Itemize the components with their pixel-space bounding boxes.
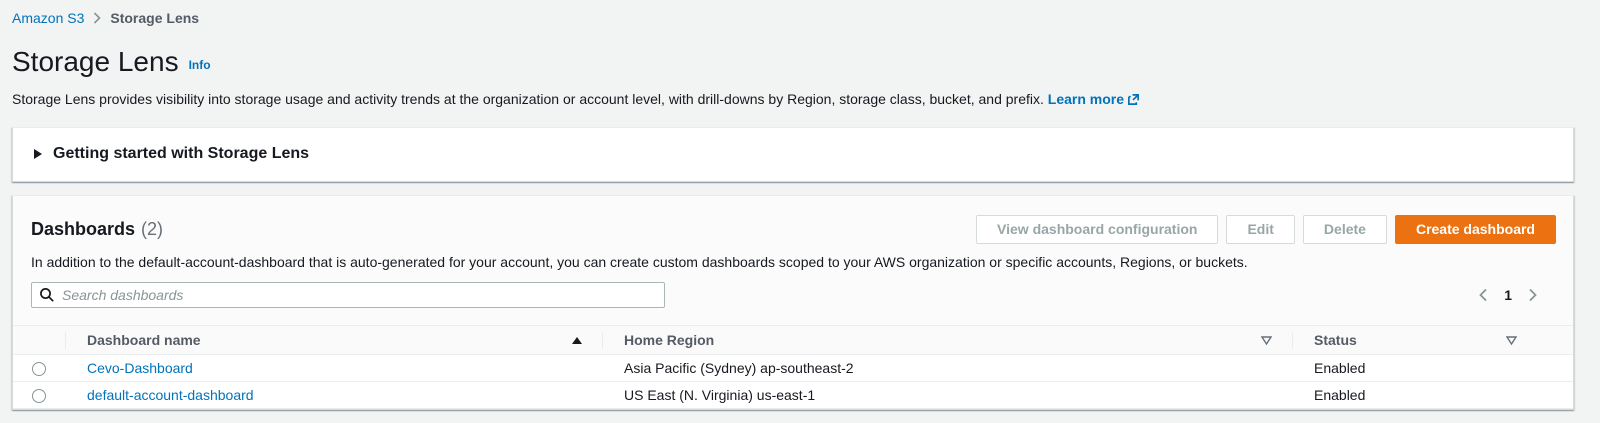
table-row: Cevo-Dashboard Asia Pacific (Sydney) ap-…	[13, 354, 1573, 383]
column-label-dashboard-name: Dashboard name	[87, 332, 201, 349]
search-icon	[39, 287, 55, 306]
breadcrumb-chevron-icon	[93, 12, 102, 24]
page-title: Storage Lens	[12, 46, 179, 77]
dashboards-table: Dashboard name Home Region Status Cevo-D…	[13, 325, 1573, 410]
learn-more-link[interactable]: Learn more	[1048, 91, 1124, 107]
edit-button[interactable]: Edit	[1226, 214, 1295, 244]
info-link[interactable]: Info	[189, 58, 211, 72]
row-radio-button[interactable]	[32, 362, 46, 377]
expand-caret-icon	[34, 149, 42, 160]
create-dashboard-button[interactable]: Create dashboard	[1394, 214, 1556, 244]
page-header: Storage Lens Info	[12, 46, 1574, 78]
getting-started-expander[interactable]: Getting started with Storage Lens	[12, 126, 1574, 182]
search-dashboards-input[interactable]	[31, 281, 665, 308]
breadcrumb-storage-lens: Storage Lens	[110, 10, 200, 26]
table-header-row: Dashboard name Home Region Status	[13, 325, 1573, 356]
external-link-icon	[1127, 93, 1140, 109]
sort-toggle-icon[interactable]	[1260, 335, 1273, 345]
page-description-text: Storage Lens provides visibility into st…	[12, 90, 1044, 107]
status-cell: Enabled	[1292, 354, 1573, 383]
table-row: default-account-dashboard US East (N. Vi…	[13, 381, 1573, 410]
dashboards-actions: View dashboard configuration Edit Delete…	[976, 214, 1556, 244]
dashboards-title: Dashboards	[31, 218, 136, 239]
row-radio-button[interactable]	[32, 389, 46, 404]
delete-button[interactable]: Delete	[1302, 214, 1387, 244]
column-header-home-region[interactable]: Home Region	[602, 325, 1292, 356]
page-description: Storage Lens provides visibility into st…	[12, 91, 1574, 109]
pagination: 1	[1476, 286, 1556, 304]
dashboard-link[interactable]: Cevo-Dashboard	[87, 360, 193, 376]
next-page-button[interactable]	[1526, 286, 1540, 304]
breadcrumb: Amazon S3 Storage Lens	[12, 0, 1574, 26]
storage-lens-page: Amazon S3 Storage Lens Storage Lens Info…	[0, 0, 1600, 411]
home-region-cell: US East (N. Virginia) us-east-1	[602, 381, 1292, 410]
current-page-number[interactable]: 1	[1504, 287, 1512, 303]
column-header-dashboard-name[interactable]: Dashboard name	[65, 325, 602, 356]
column-header-status[interactable]: Status	[1292, 325, 1573, 356]
getting-started-title: Getting started with Storage Lens	[53, 145, 310, 163]
dashboard-link[interactable]: default-account-dashboard	[87, 387, 254, 403]
search-wrap	[31, 281, 665, 308]
view-dashboard-configuration-button[interactable]: View dashboard configuration	[976, 214, 1219, 244]
dashboards-title-wrap: Dashboards (2)	[31, 215, 163, 240]
sort-toggle-icon[interactable]	[1505, 335, 1518, 345]
previous-page-button[interactable]	[1476, 286, 1490, 304]
column-label-home-region: Home Region	[624, 332, 715, 349]
dashboards-panel: Dashboards (2) View dashboard configurat…	[12, 194, 1574, 411]
status-cell: Enabled	[1292, 381, 1573, 410]
column-label-status: Status	[1314, 332, 1357, 349]
home-region-cell: Asia Pacific (Sydney) ap-southeast-2	[602, 354, 1292, 383]
selection-column-header	[13, 325, 65, 356]
dashboards-count: (2)	[141, 218, 164, 239]
breadcrumb-amazon-s3[interactable]: Amazon S3	[12, 10, 84, 26]
dashboards-description: In addition to the default-account-dashb…	[31, 253, 1248, 270]
dashboards-panel-header: Dashboards (2) View dashboard configurat…	[13, 195, 1573, 326]
sort-ascending-icon[interactable]	[572, 336, 582, 344]
